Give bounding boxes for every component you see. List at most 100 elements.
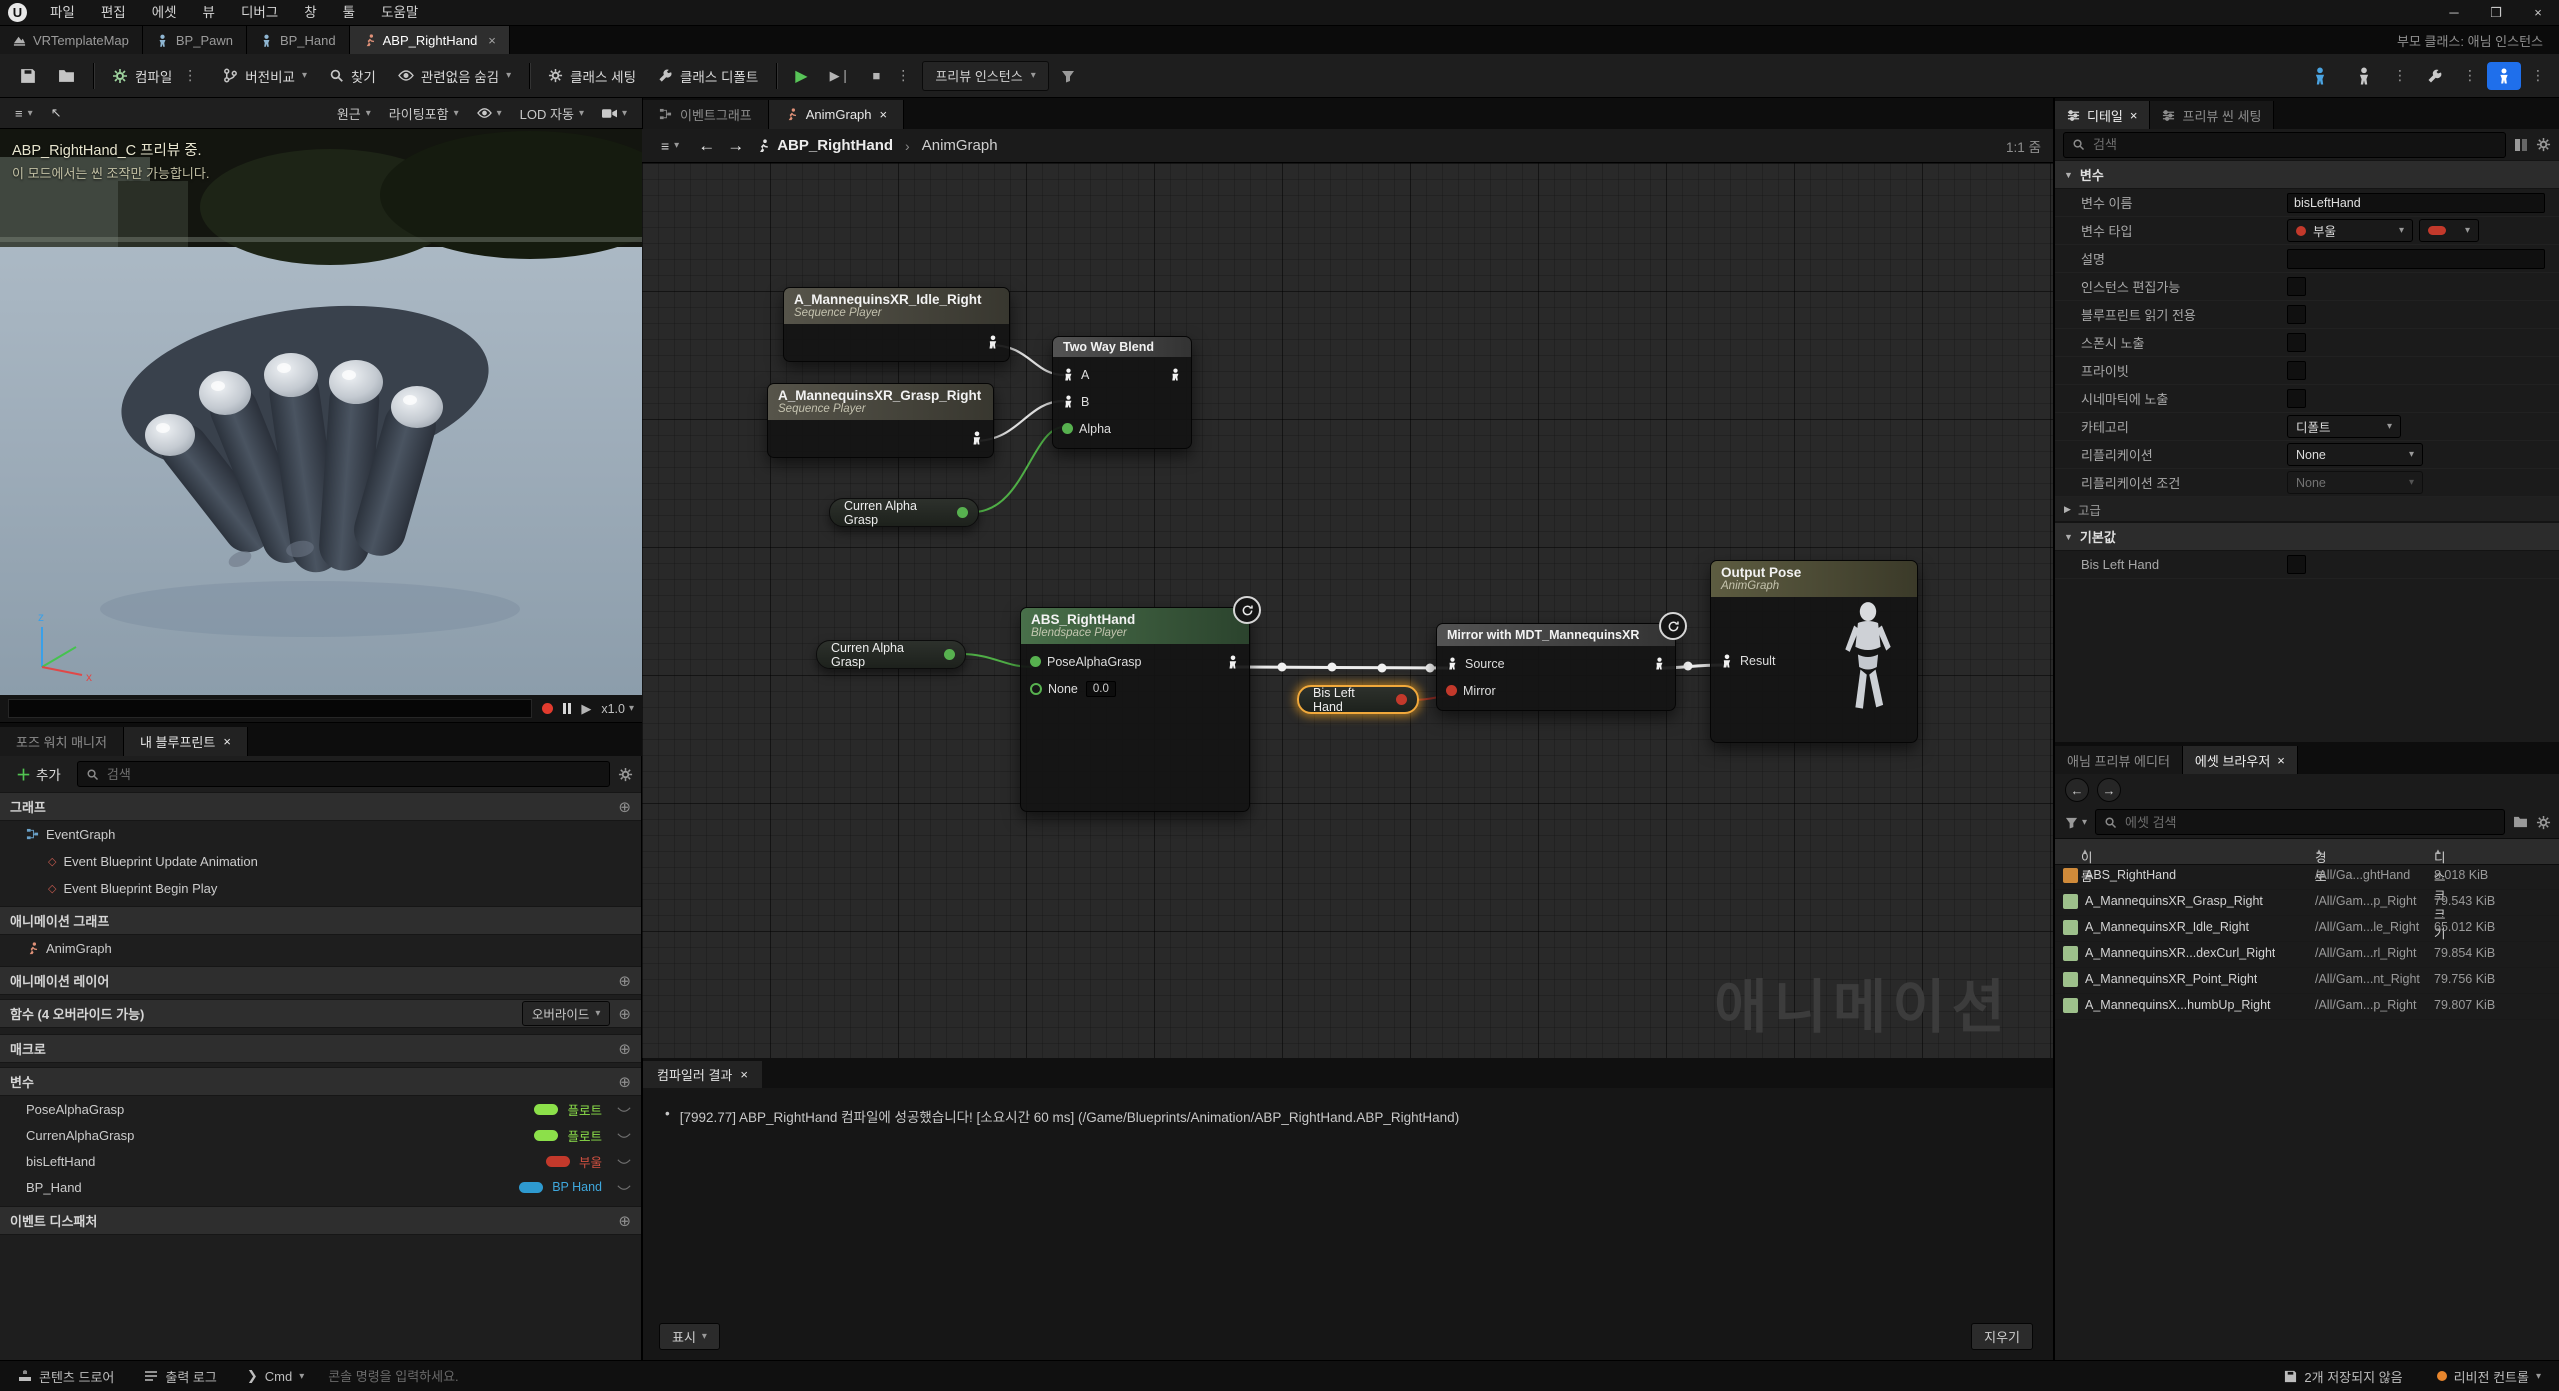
- object-type-pill[interactable]: [519, 1181, 544, 1193]
- category-dropdown[interactable]: 디폴트 ▾: [2287, 415, 2401, 438]
- viewport-menu-button[interactable]: ≡ ▾: [8, 101, 40, 126]
- tab-preview-scene-settings[interactable]: 프리뷰 씬 세팅: [2150, 101, 2275, 129]
- play-forward-button[interactable]: ▶: [581, 701, 591, 717]
- asset-row-indexcurl-right[interactable]: A_MannequinsXR...dexCurl_Right/All/Gam..…: [2055, 941, 2559, 968]
- tab-asset-browser[interactable]: 에셋 브라우저 ×: [2182, 746, 2298, 774]
- my-blueprint-search[interactable]: [76, 761, 610, 787]
- replication-dropdown[interactable]: None ▾: [2287, 443, 2423, 466]
- float-type-pill[interactable]: [534, 1129, 559, 1141]
- asset-search[interactable]: [2095, 809, 2505, 835]
- menu-help[interactable]: 도움말: [368, 0, 431, 26]
- tab-my-blueprint[interactable]: 내 블루프린트 ×: [123, 727, 248, 756]
- forward-button[interactable]: →: [727, 136, 744, 156]
- lod-dropdown[interactable]: LOD 자동 ▾: [513, 101, 591, 126]
- debug-mesh-button[interactable]: [2345, 59, 2383, 93]
- pose-output-pin[interactable]: [986, 335, 1000, 349]
- folder-icon[interactable]: [2513, 816, 2528, 828]
- section-macros[interactable]: 매크로 ⊕: [0, 1034, 641, 1063]
- hide-unrelated-button[interactable]: 관련없음 숨김 ▾: [388, 59, 521, 93]
- editor-tools-button[interactable]: [2417, 59, 2453, 93]
- play-button[interactable]: ▶: [785, 59, 817, 93]
- record-icon[interactable]: [542, 703, 554, 714]
- maximize-button[interactable]: ❒: [2475, 0, 2517, 26]
- compiler-message-row[interactable]: • [7992.77] ABP_RightHand 컴파일에 성공했습니다! […: [643, 1088, 2053, 1144]
- breadcrumb-root[interactable]: ABP_RightHand: [756, 137, 893, 154]
- unreal-logo-icon[interactable]: U: [8, 3, 27, 22]
- section-animation-graphs[interactable]: 애니메이션 그래프: [0, 906, 641, 935]
- pose-output-pin[interactable]: [1226, 655, 1240, 669]
- breadcrumb-current[interactable]: AnimGraph: [922, 137, 998, 154]
- eye-closed-icon[interactable]: [617, 1183, 631, 1192]
- camera-speed-dropdown[interactable]: ▾: [595, 101, 634, 126]
- node-sequence-grasp[interactable]: A_MannequinsXR_Grasp_Right Sequence Play…: [767, 383, 994, 458]
- item-event-update-animation[interactable]: ◇ Event Blueprint Update Animation: [0, 848, 641, 875]
- asset-row-point-right[interactable]: A_MannequinsXR_Point_Right/All/Gam...nt_…: [2055, 967, 2559, 994]
- pose-output-pin[interactable]: [1169, 368, 1182, 381]
- asset-row-idle-right[interactable]: A_MannequinsXR_Idle_Right/All/Gam...le_R…: [2055, 915, 2559, 942]
- menu-debug[interactable]: 디버그: [228, 0, 291, 26]
- asset-row-thumbup-right[interactable]: A_MannequinsX...humbUp_Right/All/Gam...p…: [2055, 993, 2559, 1020]
- node-mirror[interactable]: Mirror with MDT_MannequinsXR Source Mirr…: [1436, 612, 1687, 711]
- container-type-dropdown[interactable]: ▾: [2419, 219, 2479, 242]
- asset-row-abs-righthand[interactable]: ABS_RightHand/All/Ga...ghtHand 8.018 KiB: [2055, 863, 2559, 890]
- item-event-begin-play[interactable]: ◇ Event Blueprint Begin Play: [0, 875, 641, 902]
- preview-mesh-button[interactable]: [2301, 59, 2339, 93]
- node-var-curren-alpha-grasp-2[interactable]: Curren Alpha Grasp: [816, 640, 966, 669]
- find-button[interactable]: 찾기: [319, 59, 386, 93]
- close-tab-icon[interactable]: ×: [880, 107, 888, 122]
- clear-button[interactable]: 지우기: [1971, 1323, 2033, 1350]
- show-flags-dropdown[interactable]: ▾: [470, 101, 509, 126]
- instance-editable-checkbox[interactable]: [2287, 277, 2306, 296]
- section-graphs[interactable]: 그래프 ⊕: [0, 792, 641, 821]
- description-input[interactable]: [2287, 248, 2545, 269]
- tab-vrtemplatemap[interactable]: VRTemplateMap: [0, 26, 143, 54]
- expose-cinematics-checkbox[interactable]: [2287, 389, 2306, 408]
- forward-button[interactable]: →: [2097, 778, 2121, 802]
- section-event-dispatchers[interactable]: 이벤트 디스패처 ⊕: [0, 1206, 641, 1235]
- node-two-way-blend[interactable]: Two Way Blend A B Alpha: [1052, 336, 1192, 449]
- menu-edit[interactable]: 편집: [88, 0, 139, 26]
- bool-type-pill[interactable]: [545, 1155, 570, 1167]
- item-eventgraph[interactable]: EventGraph: [0, 821, 641, 848]
- search-input[interactable]: [2123, 813, 2496, 831]
- private-checkbox[interactable]: [2287, 361, 2306, 380]
- search-input[interactable]: [104, 765, 601, 783]
- variable-currenalphagrasp[interactable]: CurrenAlphaGrasp 플로트: [0, 1122, 641, 1148]
- preview-instance-dropdown[interactable]: 프리뷰 인스턴스 ▾: [922, 60, 1049, 91]
- section-variables[interactable]: 변수 ⊕: [0, 1067, 641, 1096]
- advanced-expander[interactable]: ▶ 고급: [2055, 497, 2559, 522]
- default-value-checkbox[interactable]: [2287, 555, 2306, 574]
- browse-button[interactable]: [48, 59, 85, 93]
- tab-compiler-results[interactable]: 컴파일러 결과 ×: [643, 1061, 762, 1088]
- pin-default-value[interactable]: 0.0: [1085, 680, 1116, 697]
- float-input-pin-unconnected[interactable]: [1030, 682, 1042, 695]
- menu-tools[interactable]: 툴: [330, 0, 368, 26]
- tools-options-icon[interactable]: ⋮: [2459, 67, 2481, 84]
- class-settings-button[interactable]: 클래스 세팅: [538, 59, 646, 93]
- section-animation-layers[interactable]: 애니메이션 레이어 ⊕: [0, 966, 641, 995]
- float-output-pin[interactable]: [957, 507, 968, 518]
- node-sequence-idle[interactable]: A_MannequinsXR_Idle_Right Sequence Playe…: [783, 287, 1010, 362]
- pause-button[interactable]: [563, 703, 572, 714]
- pose-input-pin[interactable]: [1062, 368, 1075, 381]
- compile-options-icon[interactable]: ⋮: [179, 67, 201, 84]
- tab-eventgraph[interactable]: 이벤트그래프: [643, 100, 769, 129]
- add-dispatcher-icon[interactable]: ⊕: [618, 1212, 631, 1230]
- add-layer-icon[interactable]: ⊕: [618, 972, 631, 990]
- preview-viewport[interactable]: ABP_RightHand_C 프리뷰 중. 이 모드에서는 씬 조작만 가능합…: [0, 129, 642, 695]
- close-tab-icon[interactable]: ×: [740, 1067, 748, 1082]
- node-blendspace-player[interactable]: ABS_RightHand Blendspace Player PoseAlph…: [1020, 596, 1261, 812]
- diff-button[interactable]: 버전비교 ▾: [213, 59, 317, 93]
- variable-name-input[interactable]: [2287, 192, 2545, 213]
- tab-bp-pawn[interactable]: BP_Pawn: [142, 26, 247, 54]
- columns-icon[interactable]: [2514, 138, 2528, 152]
- console-command-input[interactable]: [326, 1367, 771, 1385]
- tab-abp-righthand[interactable]: ABP_RightHand ×: [349, 26, 510, 54]
- view-mode-dropdown[interactable]: 라이팅포함 ▾: [382, 101, 466, 126]
- pose-output-pin[interactable]: [1653, 657, 1666, 670]
- add-graph-icon[interactable]: ⊕: [618, 798, 631, 816]
- pose-input-pin[interactable]: [1446, 657, 1459, 670]
- mesh-options-icon[interactable]: ⋮: [2389, 67, 2411, 84]
- preview-controller-button[interactable]: [2487, 61, 2521, 90]
- search-input[interactable]: [2091, 136, 2497, 153]
